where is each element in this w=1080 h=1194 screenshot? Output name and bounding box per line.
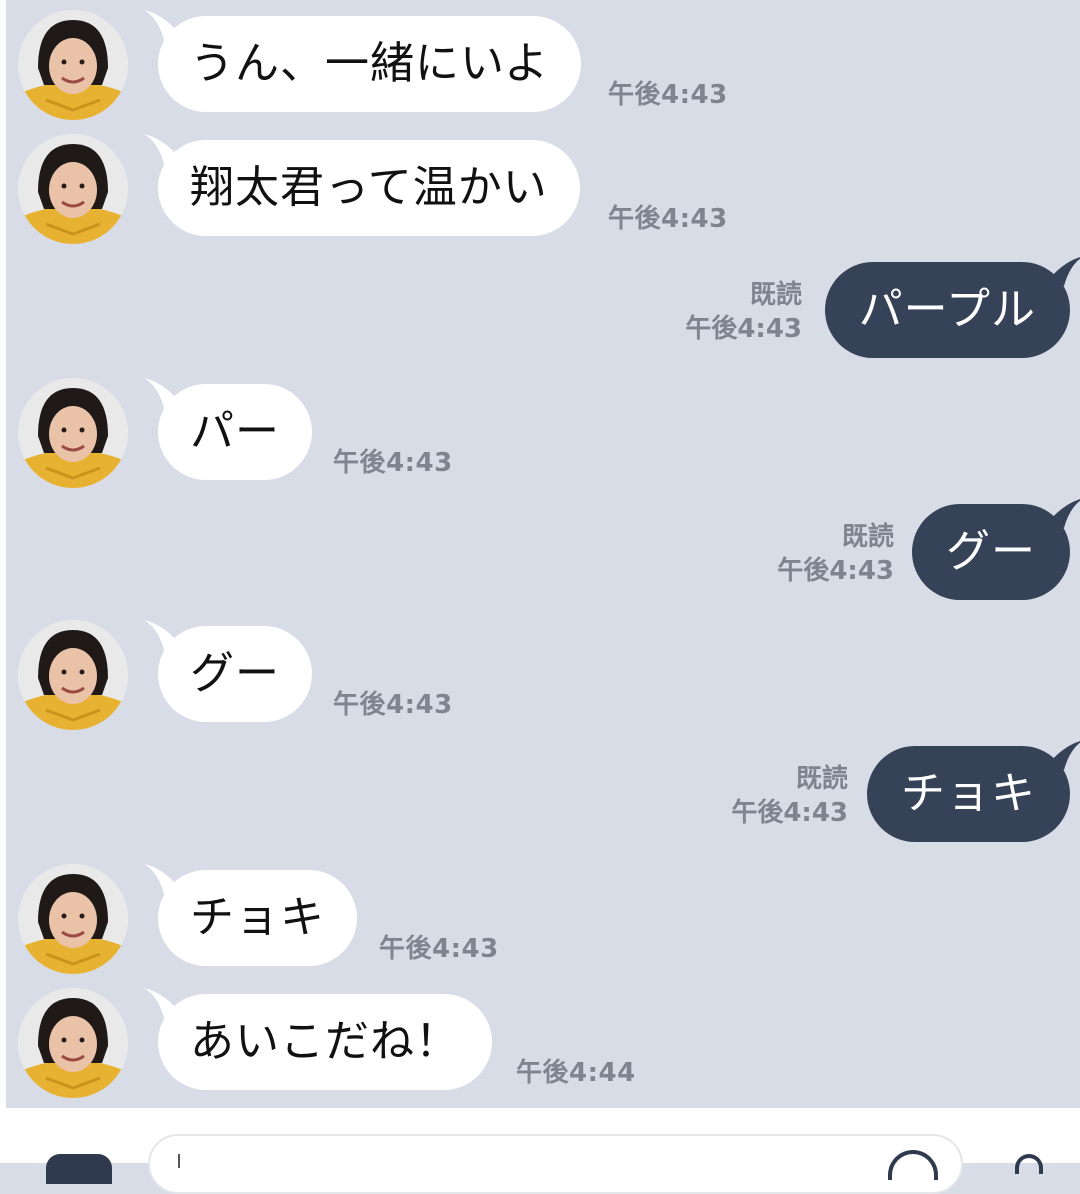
avatar-portrait xyxy=(18,378,128,488)
message-bubble-incoming[interactable]: パー xyxy=(144,378,312,480)
message-timestamp: 午後4:43 xyxy=(333,690,453,720)
message-timestamp: 午後4:43 xyxy=(731,798,848,828)
avatar[interactable] xyxy=(18,988,128,1098)
bubble-tail xyxy=(1050,499,1080,528)
message-text: 翔太君って温かい xyxy=(190,162,548,213)
avatar[interactable] xyxy=(18,10,128,120)
message-timestamp: 午後4:43 xyxy=(333,448,453,478)
message-bubble-outgoing[interactable]: パープル xyxy=(824,257,1080,358)
avatar-portrait xyxy=(18,134,128,244)
avatar-portrait xyxy=(18,10,128,120)
message-text: あいこだね！ xyxy=(190,1016,460,1067)
avatar-portrait xyxy=(18,988,128,1098)
read-receipt: 既読 xyxy=(795,764,848,794)
message-meta: 既読 午後4:43 xyxy=(685,278,802,346)
message-timestamp: 午後4:43 xyxy=(685,314,802,344)
read-receipt: 既読 xyxy=(749,280,802,310)
message-text: グー xyxy=(190,648,280,699)
message-bubble-incoming[interactable]: あいこだね！ xyxy=(144,988,492,1090)
message-text: パー xyxy=(190,406,280,457)
avatar[interactable] xyxy=(18,864,128,974)
message-timestamp: 午後4:43 xyxy=(777,556,894,586)
bubble-tail xyxy=(1050,257,1080,286)
bubble-tail xyxy=(144,378,178,408)
read-receipt: 既読 xyxy=(841,522,894,552)
message-text: グー xyxy=(946,526,1036,577)
message-input[interactable] xyxy=(148,1134,963,1194)
message-meta: 既読 午後4:43 xyxy=(731,762,848,830)
bubble-tail xyxy=(144,620,178,650)
plus-icon[interactable] xyxy=(46,1154,112,1184)
mic-icon[interactable] xyxy=(1015,1154,1043,1174)
bubble-tail xyxy=(144,134,178,164)
message-text: うん、一緒にいよ xyxy=(190,38,550,89)
message-text: チョキ xyxy=(190,892,325,943)
text-caret xyxy=(178,1154,180,1168)
message-bubble-incoming[interactable]: グー xyxy=(144,620,312,722)
composer-bar xyxy=(0,1108,1080,1194)
message-meta: 既読 午後4:43 xyxy=(777,520,894,588)
message-bubble-outgoing[interactable]: グー xyxy=(912,499,1080,600)
avatar-portrait xyxy=(18,864,128,974)
bubble-tail xyxy=(1050,741,1080,770)
message-timestamp: 午後4:43 xyxy=(608,80,728,110)
avatar[interactable] xyxy=(18,134,128,244)
bubble-tail xyxy=(144,864,178,894)
chat-area[interactable]: うん、一緒にいよ 午後4:43 翔太君って温かい 午後4:43 既読 午後4:4 xyxy=(6,0,1080,1108)
avatar[interactable] xyxy=(18,378,128,488)
message-bubble-incoming[interactable]: 翔太君って温かい xyxy=(144,134,580,236)
bubble-tail xyxy=(144,988,178,1018)
message-timestamp: 午後4:44 xyxy=(516,1058,636,1088)
message-bubble-incoming[interactable]: チョキ xyxy=(144,864,357,966)
message-text: チョキ xyxy=(901,768,1036,819)
bubble-tail xyxy=(144,10,178,40)
message-text: パープル xyxy=(858,284,1036,335)
avatar[interactable] xyxy=(18,620,128,730)
avatar-portrait xyxy=(18,620,128,730)
message-timestamp: 午後4:43 xyxy=(379,934,499,964)
message-bubble-incoming[interactable]: うん、一緒にいよ xyxy=(144,10,582,112)
message-bubble-outgoing[interactable]: チョキ xyxy=(867,741,1080,842)
message-timestamp: 午後4:43 xyxy=(608,204,728,234)
